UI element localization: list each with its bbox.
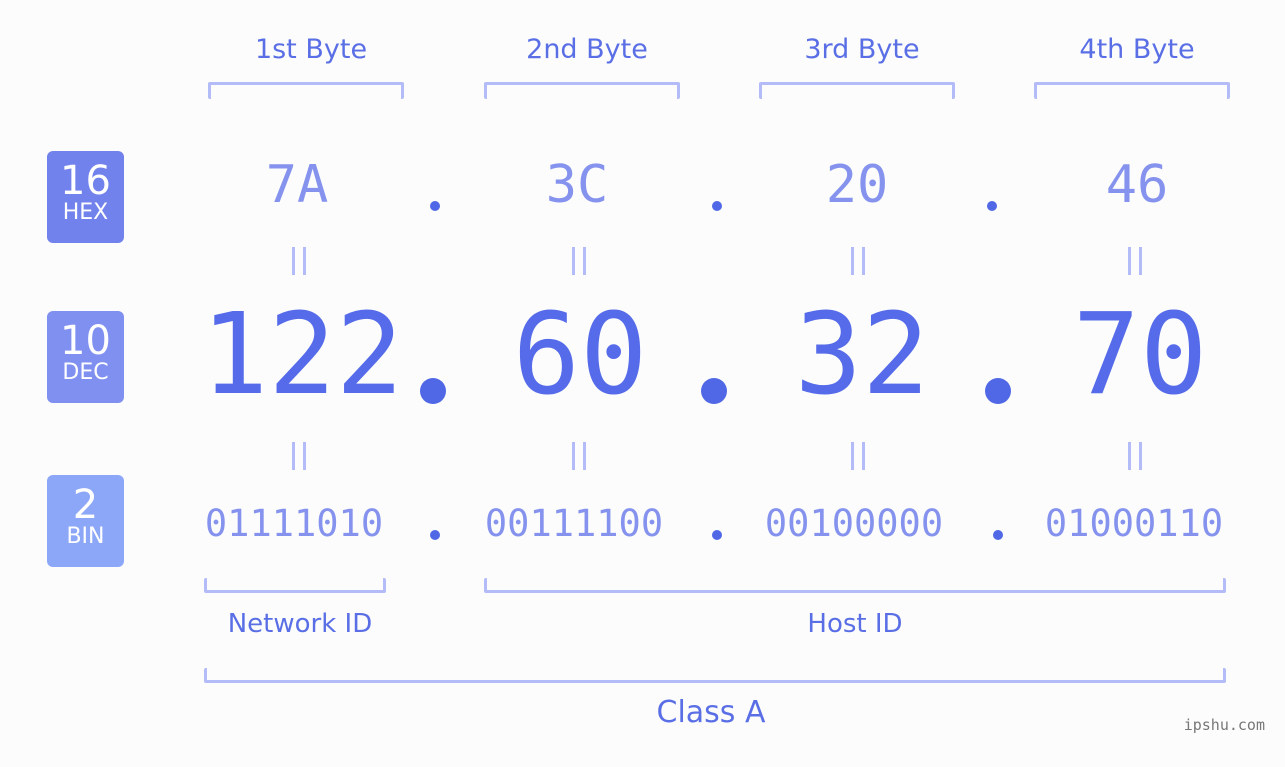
bin-separator-dot xyxy=(712,530,722,540)
bin-value-4: 01000110 xyxy=(1044,502,1224,545)
equals-icon xyxy=(572,247,586,275)
dec-separator-dot xyxy=(420,378,446,404)
bin-base: 2 xyxy=(72,482,99,528)
bin-value-1: 01111010 xyxy=(204,502,384,545)
hex-label: HEX xyxy=(62,200,109,225)
bin-separator-dot xyxy=(430,530,440,540)
equals-icon xyxy=(1128,247,1142,275)
bin-badge: 2 BIN xyxy=(47,475,124,567)
equals-icon xyxy=(851,442,865,470)
network-id-bracket xyxy=(204,578,386,593)
class-label: Class A xyxy=(656,695,766,730)
equals-icon xyxy=(1128,442,1142,470)
class-bracket xyxy=(204,668,1226,683)
hex-value-2: 3C xyxy=(545,155,609,215)
dec-separator-dot xyxy=(985,378,1011,404)
watermark: ipshu.com xyxy=(1183,716,1265,734)
hex-base: 16 xyxy=(60,158,111,204)
dec-value-4: 70 xyxy=(1072,290,1208,420)
hex-separator-dot xyxy=(430,201,440,211)
hex-value-3: 20 xyxy=(825,155,889,215)
dec-separator-dot xyxy=(701,378,727,404)
bin-label: BIN xyxy=(66,524,105,549)
hex-separator-dot xyxy=(712,201,722,211)
dec-label: DEC xyxy=(62,360,109,385)
byte-bracket-4 xyxy=(1034,82,1230,99)
dec-value-1: 122 xyxy=(200,290,404,420)
equals-icon xyxy=(292,442,306,470)
dec-value-2: 60 xyxy=(512,290,648,420)
host-id-bracket xyxy=(484,578,1226,593)
bin-value-2: 00111100 xyxy=(484,502,664,545)
byte-bracket-1 xyxy=(208,82,404,99)
hex-value-4: 46 xyxy=(1105,155,1169,215)
byte-bracket-2 xyxy=(484,82,680,99)
byte-bracket-3 xyxy=(759,82,955,99)
dec-value-3: 32 xyxy=(794,290,930,420)
bin-separator-dot xyxy=(993,530,1003,540)
byte-header-4: 4th Byte xyxy=(1079,34,1195,65)
hex-value-1: 7A xyxy=(265,155,329,215)
equals-icon xyxy=(851,247,865,275)
equals-icon xyxy=(572,442,586,470)
host-id-label: Host ID xyxy=(807,609,903,639)
byte-header-1: 1st Byte xyxy=(254,34,368,65)
byte-header-2: 2nd Byte xyxy=(526,34,648,65)
equals-icon xyxy=(292,247,306,275)
dec-base: 10 xyxy=(60,318,111,364)
hex-separator-dot xyxy=(987,201,997,211)
byte-header-3: 3rd Byte xyxy=(804,34,920,65)
dec-badge: 10 DEC xyxy=(47,311,124,403)
network-id-label: Network ID xyxy=(227,609,373,639)
bin-value-3: 00100000 xyxy=(764,502,944,545)
hex-badge: 16 HEX xyxy=(47,151,124,243)
